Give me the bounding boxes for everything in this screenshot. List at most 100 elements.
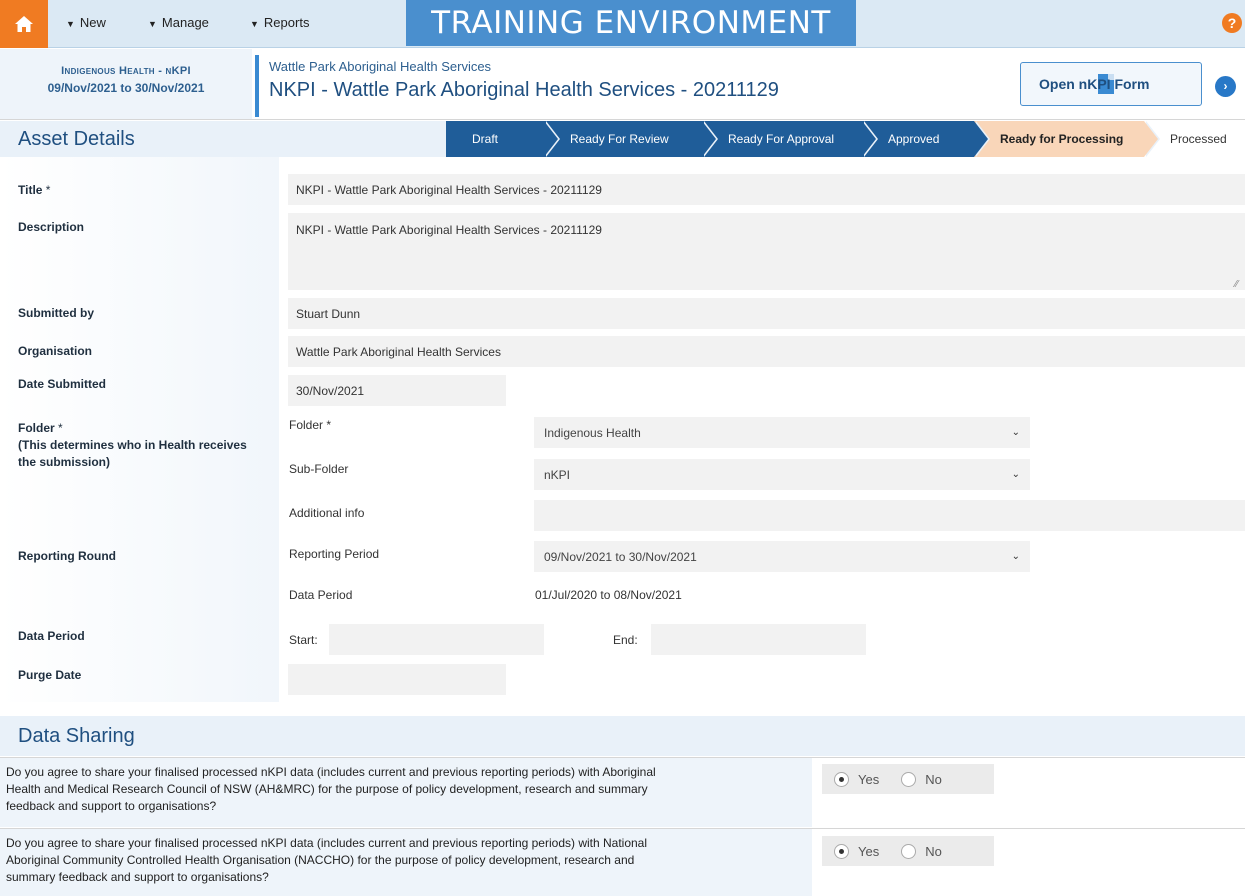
- menu-reports-label: Reports: [263, 15, 310, 30]
- data-period-label: Data Period: [18, 629, 85, 643]
- radio-yes-label: Yes: [858, 843, 880, 859]
- workflow-step-label: Ready For Review: [570, 132, 669, 146]
- radio-no[interactable]: No: [901, 771, 942, 787]
- question-line: feedback and support to organisations?: [6, 799, 217, 813]
- title-label: Title *: [18, 183, 50, 197]
- date-submitted-field: 30/Nov/2021: [288, 375, 506, 406]
- menu-new-label: New: [79, 15, 106, 30]
- data-period-value: 01/Jul/2020 to 08/Nov/2021: [535, 588, 682, 602]
- chevron-down-icon: ⌄: [1011, 551, 1020, 562]
- end-date-input[interactable]: [651, 624, 866, 655]
- required-mark: *: [326, 418, 332, 432]
- menu-reports[interactable]: ▼ Reports: [250, 15, 309, 30]
- data-sharing-bar: Data Sharing: [0, 716, 1245, 756]
- folder-select-value: Indigenous Health: [544, 425, 641, 440]
- radio-unselected-icon[interactable]: [901, 771, 917, 787]
- resize-handle-icon[interactable]: ⁄⁄: [1235, 279, 1238, 290]
- question-line: Aboriginal Community Controlled Health O…: [6, 853, 635, 867]
- folder-select[interactable]: Indigenous Health ⌄: [534, 417, 1030, 448]
- data-sharing-row-ahmrc: Do you agree to share your finalised pro…: [0, 757, 1245, 827]
- workflow-step-label: Ready For Approval: [728, 132, 835, 146]
- title-input[interactable]: NKPI - Wattle Park Aboriginal Health Ser…: [288, 174, 1245, 205]
- menu-new[interactable]: ▼ New: [66, 15, 106, 30]
- additional-info-label: Additional info: [289, 506, 365, 520]
- workflow-step-ready-for-review: Ready For Review: [544, 121, 718, 157]
- home-button[interactable]: [0, 0, 48, 48]
- submitted-by-field: Stuart Dunn: [288, 298, 1245, 329]
- subfolder-select[interactable]: nKPI ⌄: [534, 459, 1030, 490]
- menu-manage[interactable]: ▼ Manage: [148, 15, 209, 30]
- description-text: NKPI - Wattle Park Aboriginal Health Ser…: [296, 223, 602, 237]
- subfolder-label: Sub-Folder: [289, 462, 349, 476]
- chevron-down-icon: ⌄: [1011, 427, 1020, 438]
- question-line: summary feedback and support to organisa…: [6, 870, 269, 884]
- page-title: NKPI - Wattle Park Aboriginal Health Ser…: [269, 79, 779, 101]
- purge-date-input[interactable]: [288, 664, 506, 695]
- start-label: Start:: [289, 633, 318, 647]
- menu-manage-label: Manage: [161, 15, 209, 30]
- required-mark: *: [58, 421, 63, 435]
- asset-details-bar: Asset Details Draft Ready For Review Rea…: [0, 121, 1245, 157]
- folder-label: Folder * (This determines who in Health …: [18, 420, 268, 471]
- organisation-field: Wattle Park Aboriginal Health Services: [288, 336, 1245, 367]
- radio-unselected-icon[interactable]: [901, 843, 917, 859]
- folder-category: Indigenous Health - nKPI: [61, 65, 191, 77]
- caret-down-icon: ▼: [148, 19, 157, 29]
- data-sharing-row-naccho: Do you agree to share your finalised pro…: [0, 828, 1245, 896]
- submitted-by-label: Submitted by: [18, 306, 95, 320]
- data-sharing-question: Do you agree to share your finalised pro…: [0, 758, 812, 827]
- radio-selected-icon[interactable]: [834, 843, 849, 859]
- description-textarea[interactable]: NKPI - Wattle Park Aboriginal Health Ser…: [288, 213, 1245, 290]
- share-radio-group: Yes No: [822, 764, 994, 794]
- chevron-right-icon[interactable]: ›: [1215, 76, 1236, 97]
- header-divider: [255, 55, 259, 117]
- description-label: Description: [18, 220, 85, 234]
- required-mark: *: [45, 183, 51, 197]
- reporting-period-select[interactable]: 09/Nov/2021 to 30/Nov/2021 ⌄: [534, 541, 1030, 572]
- radio-yes-label: Yes: [858, 771, 880, 787]
- folder-note: (This determines who in Health receives …: [18, 438, 247, 469]
- date-submitted-label: Date Submitted: [18, 377, 107, 391]
- header-organisation: Wattle Park Aboriginal Health Services: [269, 59, 492, 74]
- help-icon[interactable]: ?: [1222, 13, 1242, 33]
- end-label: End:: [613, 633, 638, 647]
- open-nkpi-form-label: Open nKPI Form: [1039, 76, 1150, 92]
- start-date-input[interactable]: [329, 624, 544, 655]
- purge-date-label: Purge Date: [18, 668, 82, 682]
- asset-details-title: Asset Details: [18, 128, 135, 150]
- title-label-text: Title: [18, 183, 43, 197]
- data-period-sub-label: Data Period: [289, 588, 353, 602]
- radio-no-label: No: [925, 843, 942, 859]
- top-nav-bar: ▼ New ▼ Manage ▼ Reports TRAINING ENVIRONME…: [0, 0, 1245, 48]
- asset-header: Indigenous Health - nKPI 09/Nov/2021 to …: [0, 49, 1245, 120]
- question-line: Do you agree to share your finalised pro…: [6, 765, 656, 779]
- radio-selected-icon[interactable]: [834, 771, 849, 787]
- reporting-period-value: 09/Nov/2021 to 30/Nov/2021: [544, 549, 697, 564]
- folder-sub-label-text: Folder: [289, 418, 324, 432]
- radio-yes[interactable]: Yes: [834, 771, 880, 787]
- radio-yes[interactable]: Yes: [834, 843, 880, 859]
- workflow-steps: Draft Ready For Review Ready For Approva…: [446, 121, 1245, 157]
- reporting-period-label: Reporting Period: [289, 547, 380, 561]
- workflow-step-label: Ready for Processing: [1000, 132, 1124, 146]
- folder-range: 09/Nov/2021 to 30/Nov/2021: [47, 81, 205, 95]
- caret-down-icon: ▼: [66, 19, 75, 29]
- radio-no-label: No: [925, 771, 942, 787]
- radio-no[interactable]: No: [901, 843, 942, 859]
- subfolder-select-value: nKPI: [544, 467, 571, 482]
- share-radio-group: Yes No: [822, 836, 994, 866]
- data-sharing-question: Do you agree to share your finalised pro…: [0, 829, 812, 896]
- workflow-step-approved: Approved: [862, 121, 990, 157]
- workflow-step-ready-for-approval: Ready For Approval: [702, 121, 878, 157]
- training-environment-banner: TRAINING ENVIRONMENT: [406, 0, 856, 46]
- folder-sub-label: Folder *: [289, 418, 331, 432]
- question-line: Do you agree to share your finalised pro…: [6, 836, 648, 850]
- open-nkpi-form-button[interactable]: Open nKPI Form: [1020, 62, 1202, 106]
- workflow-step-label: Draft: [472, 132, 499, 146]
- workflow-step-label: Approved: [888, 132, 940, 146]
- additional-info-input[interactable]: [534, 500, 1245, 531]
- caret-down-icon: ▼: [250, 19, 259, 29]
- workflow-step-label: Processed: [1170, 132, 1227, 146]
- folder-label-text: Folder: [18, 421, 55, 435]
- home-icon: [15, 16, 33, 32]
